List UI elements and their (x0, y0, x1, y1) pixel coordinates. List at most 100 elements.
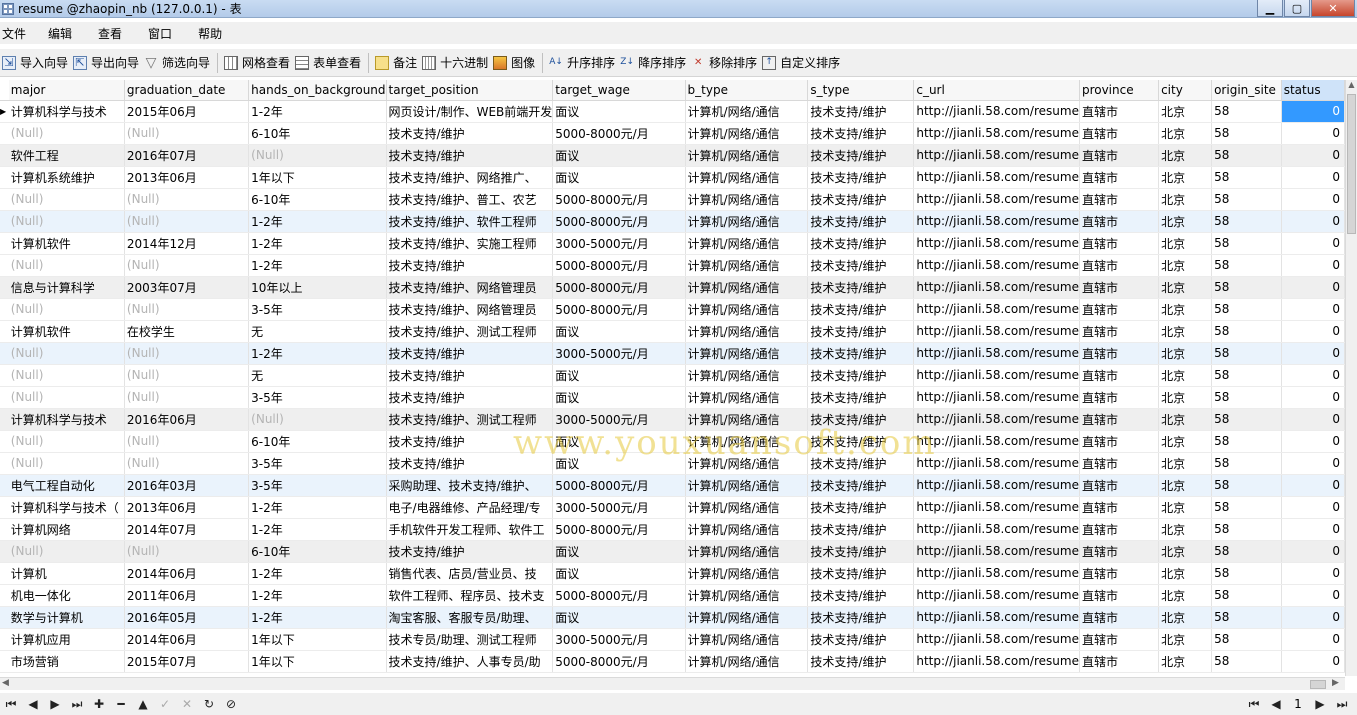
table-cell[interactable]: 2016年06月 (124, 408, 250, 431)
column-header[interactable]: major (8, 80, 125, 101)
row-indicator[interactable] (0, 254, 9, 277)
table-cell[interactable]: 58 (1211, 496, 1282, 519)
table-cell[interactable]: 北京 (1158, 298, 1213, 321)
table-cell[interactable]: http://jianli.58.com/resume (913, 540, 1080, 563)
table-cell[interactable]: 销售代表、店员/营业员、技 (386, 562, 554, 585)
table-cell[interactable]: http://jianli.58.com/resume (913, 364, 1080, 387)
table-cell[interactable]: 计算机/网络/通信 (685, 518, 809, 541)
table-cell[interactable]: 直辖市 (1079, 606, 1160, 629)
table-cell[interactable]: 技术支持/维护 (807, 320, 915, 343)
table-cell[interactable]: 2013年06月 (124, 166, 250, 189)
row-indicator[interactable] (0, 122, 9, 145)
table-cell[interactable]: 直辖市 (1079, 342, 1160, 365)
table-cell[interactable]: 3-5年 (248, 474, 387, 497)
table-cell[interactable]: 58 (1211, 606, 1282, 629)
table-cell[interactable]: 计算机/网络/通信 (685, 628, 809, 651)
table-cell[interactable]: http://jianli.58.com/resume (913, 276, 1080, 299)
scroll-up-icon[interactable]: ▲ (1346, 80, 1357, 92)
table-cell[interactable]: 技术支持/维护、实施工程师 (386, 232, 554, 255)
last-page-icon[interactable]: ⏭ (1331, 697, 1353, 712)
table-row[interactable]: (Null) (Null) 3-5年 技术支持/维护 面议 计算机/网络/通信 技术支持/维… (0, 386, 1345, 409)
row-indicator[interactable] (0, 364, 9, 387)
table-cell[interactable]: (Null) (124, 298, 250, 321)
row-indicator[interactable] (0, 628, 9, 651)
row-indicator[interactable] (0, 496, 9, 519)
table-cell[interactable]: 技术支持/维护 (807, 232, 915, 255)
table-cell[interactable]: 北京 (1158, 342, 1213, 365)
column-header[interactable]: city (1158, 80, 1213, 101)
table-cell[interactable]: 面议 (552, 100, 686, 123)
table-cell[interactable]: 网页设计/制作、WEB前端开发 (386, 100, 554, 123)
table-row[interactable]: 计算机科学与技术 2016年06月 (Null) 技术支持/维护、测试工程师 3000-… (0, 408, 1345, 431)
menu-view[interactable]: 查看 (98, 25, 132, 42)
table-cell[interactable]: 6-10年 (248, 430, 387, 453)
menu-help[interactable]: 帮助 (198, 25, 232, 42)
table-cell[interactable]: 计算机/网络/通信 (685, 254, 809, 277)
table-cell[interactable]: 北京 (1158, 584, 1213, 607)
column-header[interactable]: province (1079, 80, 1160, 101)
table-cell[interactable]: (Null) (8, 254, 125, 277)
table-cell[interactable]: 直辖市 (1079, 650, 1160, 673)
table-cell[interactable]: 技术支持/维护 (807, 518, 915, 541)
table-row[interactable]: (Null) (Null) 3-5年 技术支持/维护、网络管理员 5000-8000元/… (0, 298, 1345, 321)
table-row[interactable]: 数学与计算机 2016年05月 1-2年 淘宝客服、客服专员/助理、 面议 计算机/网络/… (0, 606, 1345, 629)
row-indicator[interactable] (0, 606, 9, 629)
table-row[interactable]: (Null) (Null) 6-10年 技术支持/维护 5000-8000元/月 计算机/… (0, 122, 1345, 145)
table-cell[interactable]: http://jianli.58.com/resume (913, 188, 1080, 211)
table-cell[interactable]: 1-2年 (248, 606, 387, 629)
table-cell[interactable]: 0 (1281, 496, 1345, 519)
data-grid[interactable]: major graduation_date hands_on_backgroun… (0, 80, 1345, 676)
row-indicator[interactable] (0, 430, 9, 453)
table-cell[interactable]: 58 (1211, 650, 1282, 673)
table-cell[interactable]: 2014年12月 (124, 232, 250, 255)
table-cell[interactable]: http://jianli.58.com/resume (913, 430, 1080, 453)
table-cell[interactable]: (Null) (124, 540, 250, 563)
table-cell[interactable]: 技术支持/维护 (807, 254, 915, 277)
column-header[interactable]: origin_site (1211, 80, 1282, 101)
refresh-icon[interactable]: ↻ (198, 697, 220, 711)
table-cell[interactable]: 技术支持/维护 (807, 386, 915, 409)
table-cell[interactable]: 3000-5000元/月 (552, 232, 686, 255)
table-row[interactable]: 机电一体化 2011年06月 1-2年 软件工程师、程序员、技术支 5000-8000元… (0, 584, 1345, 607)
table-cell[interactable]: 0 (1281, 650, 1345, 673)
table-cell[interactable]: 58 (1211, 100, 1282, 123)
next-record-icon[interactable]: ▶ (44, 697, 66, 711)
edit-record-icon[interactable]: ▲ (132, 697, 154, 711)
table-cell[interactable]: 58 (1211, 232, 1282, 255)
table-cell[interactable]: 直辖市 (1079, 474, 1160, 497)
add-record-icon[interactable]: ✚ (88, 697, 110, 711)
close-button[interactable]: ✕ (1311, 0, 1355, 17)
table-row[interactable]: 计算机网络 2014年07月 1-2年 手机软件开发工程师、软件工 5000-8000元… (0, 518, 1345, 541)
table-cell[interactable]: http://jianli.58.com/resume (913, 254, 1080, 277)
table-cell[interactable]: 5000-8000元/月 (552, 254, 686, 277)
horizontal-scrollbar[interactable]: ◀ ▶ (0, 677, 1345, 690)
row-indicator[interactable] (0, 452, 9, 475)
table-row[interactable]: (Null) (Null) 6-10年 技术支持/维护 面议 计算机/网络/通信 技术支持/… (0, 540, 1345, 563)
row-indicator[interactable] (0, 188, 9, 211)
table-cell[interactable]: 面议 (552, 166, 686, 189)
row-indicator[interactable] (0, 232, 9, 255)
table-cell[interactable]: 1-2年 (248, 210, 387, 233)
table-cell[interactable]: 北京 (1158, 408, 1213, 431)
first-record-icon[interactable]: ⏮ (0, 697, 22, 712)
table-cell[interactable]: 技术支持/维护 (807, 144, 915, 167)
row-indicator[interactable] (0, 320, 9, 343)
table-row[interactable]: (Null) (Null) 无技术支持/维护 面议 计算机/网络/通信 技术支持/维护 ht… (0, 364, 1345, 387)
table-cell[interactable]: 计算机/网络/通信 (685, 496, 809, 519)
table-cell[interactable]: 1-2年 (248, 518, 387, 541)
table-cell[interactable]: 1年以下 (248, 166, 387, 189)
table-cell[interactable]: 计算机/网络/通信 (685, 232, 809, 255)
table-cell[interactable]: 2014年06月 (124, 628, 250, 651)
table-cell[interactable]: 北京 (1158, 518, 1213, 541)
table-cell[interactable]: 无 (248, 320, 387, 343)
table-cell[interactable]: 面议 (552, 606, 686, 629)
menu-edit[interactable]: 编辑 (48, 25, 82, 42)
table-cell[interactable]: 技术支持/维护 (807, 342, 915, 365)
vertical-scrollbar[interactable]: ▲ (1345, 80, 1357, 676)
table-cell[interactable]: 计算机/网络/通信 (685, 100, 809, 123)
table-cell[interactable]: 北京 (1158, 364, 1213, 387)
table-cell[interactable]: 2015年07月 (124, 650, 250, 673)
table-cell[interactable]: 技术支持/维护 (807, 584, 915, 607)
prev-record-icon[interactable]: ◀ (22, 697, 44, 711)
table-cell[interactable]: 直辖市 (1079, 562, 1160, 585)
